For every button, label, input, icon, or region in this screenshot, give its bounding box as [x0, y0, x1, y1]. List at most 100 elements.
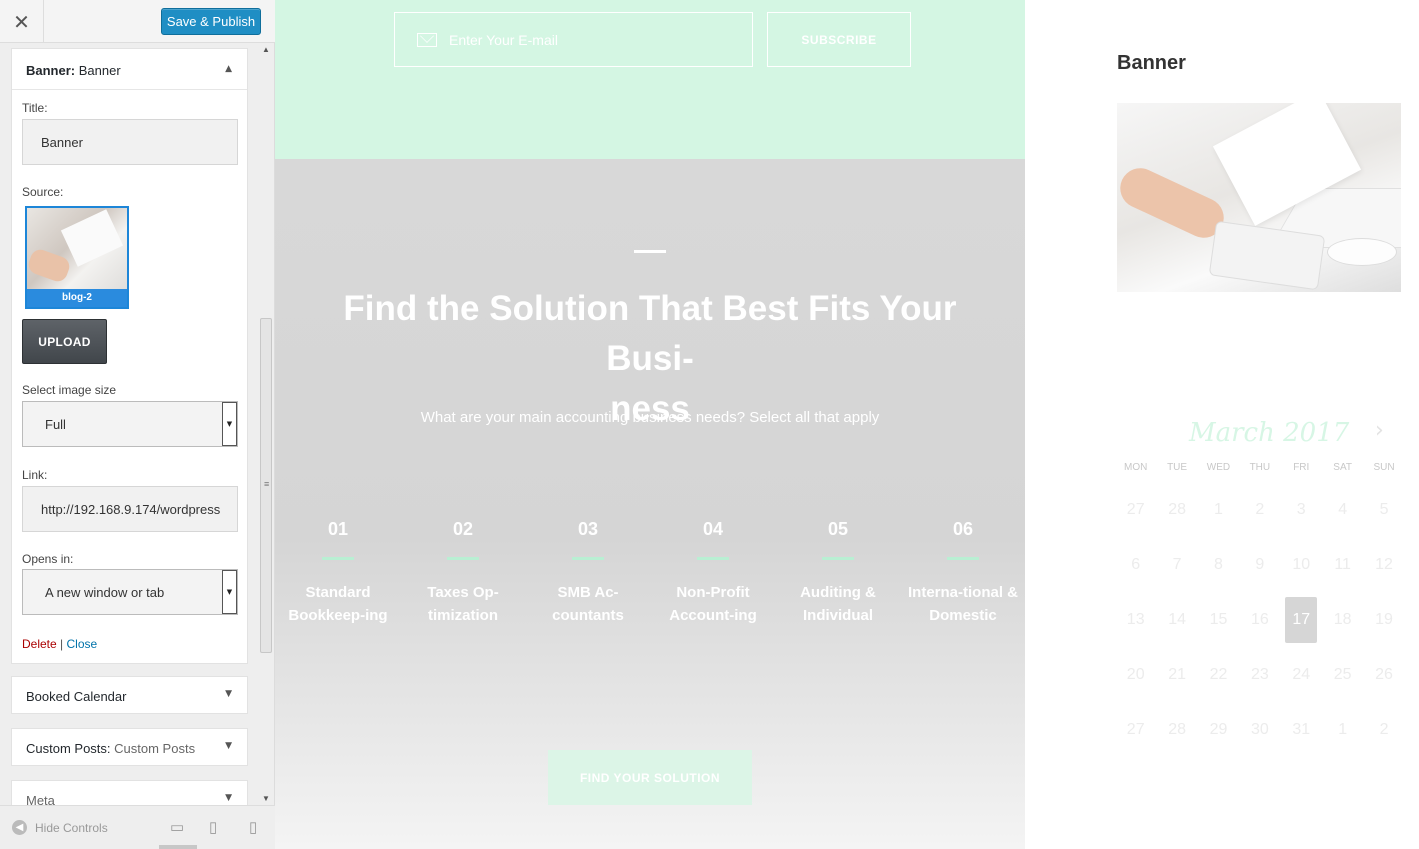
collapse-arrow-icon[interactable]: ▲ [225, 64, 232, 74]
expand-arrow-icon[interactable]: ▼ [225, 741, 232, 751]
step-item[interactable]: 03 SMB Ac-​countants [533, 519, 643, 627]
dropdown-arrow-icon[interactable]: ▼ [222, 402, 237, 446]
close-link[interactable]: Close [67, 637, 98, 651]
widget-booked-calendar[interactable]: Booked Calendar ▼ [11, 676, 248, 714]
step-underline [947, 557, 979, 560]
active-device-indicator [159, 845, 197, 849]
save-publish-button[interactable]: Save & Publish [161, 8, 261, 35]
calendar-day[interactable]: 28 [1156, 702, 1197, 757]
calendar-day[interactable]: 8 [1198, 537, 1239, 592]
calendar-day[interactable]: 15 [1198, 592, 1239, 647]
next-month-icon[interactable]: › [1375, 418, 1384, 443]
widget-custom-posts[interactable]: Custom Posts: Custom Posts ▼ [11, 728, 248, 766]
source-image-thumbnail[interactable]: blog-2 [25, 206, 129, 309]
banner-widget-title: Banner [1117, 52, 1186, 74]
banner-image[interactable] [1117, 103, 1401, 292]
newsletter-band: Enter Your E-mail SUBSCRIBE [275, 0, 1025, 159]
calendar-day[interactable]: 26 [1363, 647, 1404, 702]
close-customizer-button[interactable]: ✕ [0, 0, 44, 43]
calendar-day[interactable]: 6 [1115, 537, 1156, 592]
calendar-day[interactable]: 18 [1322, 592, 1363, 647]
banner-widget: Banner: Banner ▲ Title: Banner Source: b… [11, 48, 248, 664]
title-input[interactable]: Banner [22, 119, 238, 165]
subscribe-button[interactable]: SUBSCRIBE [767, 12, 911, 67]
calendar-day[interactable]: 10 [1281, 537, 1322, 592]
close-icon: ✕ [13, 9, 30, 34]
calendar-day[interactable]: 14 [1156, 592, 1197, 647]
calendar-grid: MON TUE WED THU FRI SAT SUN 27 28 1 2 3 4 5 6 7 8… [1115, 458, 1405, 757]
calendar-day-number: 2 [1379, 720, 1389, 738]
step-item[interactable]: 02 Taxes Op-​timization [408, 519, 518, 627]
delete-link[interactable]: Delete [22, 637, 57, 651]
calendar-day[interactable]: 3 [1281, 482, 1322, 537]
calendar-day[interactable]: 2 [1239, 482, 1280, 537]
hide-controls-label: Hide Controls [35, 820, 108, 835]
calendar-day[interactable]: 2 [1363, 702, 1404, 757]
step-item[interactable]: 01 Standard Bookkeep-​ing [283, 519, 393, 627]
calendar-day[interactable]: 22 [1198, 647, 1239, 702]
upload-button[interactable]: UPLOAD [22, 319, 107, 364]
widget-type: Booked Calendar [26, 689, 127, 704]
calendar-day[interactable]: 27 [1115, 482, 1156, 537]
calendar-day-number: 27 [1126, 500, 1145, 518]
calendar-day[interactable]: 25 [1322, 647, 1363, 702]
calendar-day[interactable]: 19 [1363, 592, 1404, 647]
calendar-day[interactable]: 31 [1281, 702, 1322, 757]
calendar-day[interactable]: 23 [1239, 647, 1280, 702]
calendar-day-number: 28 [1168, 500, 1186, 518]
scrollbar-thumb[interactable]: ≡ [260, 318, 272, 653]
opens-in-label: Opens in: [22, 552, 74, 566]
weekday: TUE [1167, 462, 1188, 473]
calendar-day[interactable]: 24 [1281, 647, 1322, 702]
calendar-day[interactable]: 17 [1281, 592, 1322, 647]
calendar-day[interactable]: 20 [1115, 647, 1156, 702]
widget-actions: Delete | Close [22, 637, 97, 651]
scroll-up-icon[interactable]: ▲ [262, 45, 270, 54]
weekday: FRI [1293, 462, 1310, 473]
find-solution-button[interactable]: FIND YOUR SOLUTION [548, 750, 752, 805]
calendar-day[interactable]: 27 [1115, 702, 1156, 757]
calendar-day[interactable]: 1 [1198, 482, 1239, 537]
image-size-select[interactable]: Full ▼ [22, 401, 238, 447]
calendar-day[interactable]: 21 [1156, 647, 1197, 702]
dropdown-arrow-icon[interactable]: ▼ [222, 570, 237, 614]
calendar-day-number: 7 [1172, 555, 1182, 573]
step-item[interactable]: 04 Non-​Profit Account-​ing [658, 519, 768, 627]
calendar-day[interactable]: 9 [1239, 537, 1280, 592]
calendar-day[interactable]: 28 [1156, 482, 1197, 537]
mobile-preview-icon[interactable]: ▯ [249, 818, 257, 836]
calendar-day[interactable]: 7 [1156, 537, 1197, 592]
step-number: 03 [577, 519, 599, 539]
scroll-down-icon[interactable]: ▼ [262, 794, 270, 803]
link-input[interactable]: http://192.168.9.174/wordpress [22, 486, 238, 532]
step-item[interactable]: 06 Interna-​tional & Domestic [908, 519, 1018, 627]
email-input[interactable]: Enter Your E-mail [394, 12, 753, 67]
calendar-day[interactable]: 4 [1322, 482, 1363, 537]
calendar-day[interactable]: 1 [1322, 702, 1363, 757]
calendar-day-number: 15 [1209, 610, 1228, 628]
expand-arrow-icon[interactable]: ▼ [225, 689, 232, 699]
opens-in-select[interactable]: A new window or tab ▼ [22, 569, 238, 615]
calendar-day[interactable]: 11 [1322, 537, 1363, 592]
widget-meta[interactable]: Meta ▼ [11, 780, 248, 805]
weekday: MON [1124, 462, 1148, 473]
widget-type: Meta [26, 793, 55, 805]
calendar-day[interactable]: 30 [1239, 702, 1280, 757]
banner-widget-header[interactable]: Banner: Banner ▲ [12, 49, 247, 90]
expand-arrow-icon[interactable]: ▼ [225, 793, 232, 803]
calendar-day[interactable]: 5 [1363, 482, 1404, 537]
step-item[interactable]: 05 Auditing & Individual [783, 519, 893, 627]
calendar-day[interactable]: 16 [1239, 592, 1280, 647]
desktop-preview-icon[interactable]: ▭ [170, 818, 184, 836]
calendar-day[interactable]: 29 [1198, 702, 1239, 757]
tablet-preview-icon[interactable]: ▯ [209, 818, 217, 836]
thumb-paper-shape [60, 209, 124, 267]
sidebar-scrollbar[interactable]: ▲ ≡ ▼ [258, 45, 274, 803]
calendar-day[interactable]: 12 [1363, 537, 1404, 592]
calendar-day-number: 1 [1214, 500, 1223, 518]
calendar-week: 27 28 1 2 3 4 5 [1115, 482, 1405, 537]
calendar-day[interactable]: 13 [1115, 592, 1156, 647]
collapse-circle-icon: ◀ [12, 820, 27, 835]
hide-controls-button[interactable]: ◀ Hide Controls [12, 820, 108, 835]
image-size-label: Select image size [22, 383, 117, 397]
